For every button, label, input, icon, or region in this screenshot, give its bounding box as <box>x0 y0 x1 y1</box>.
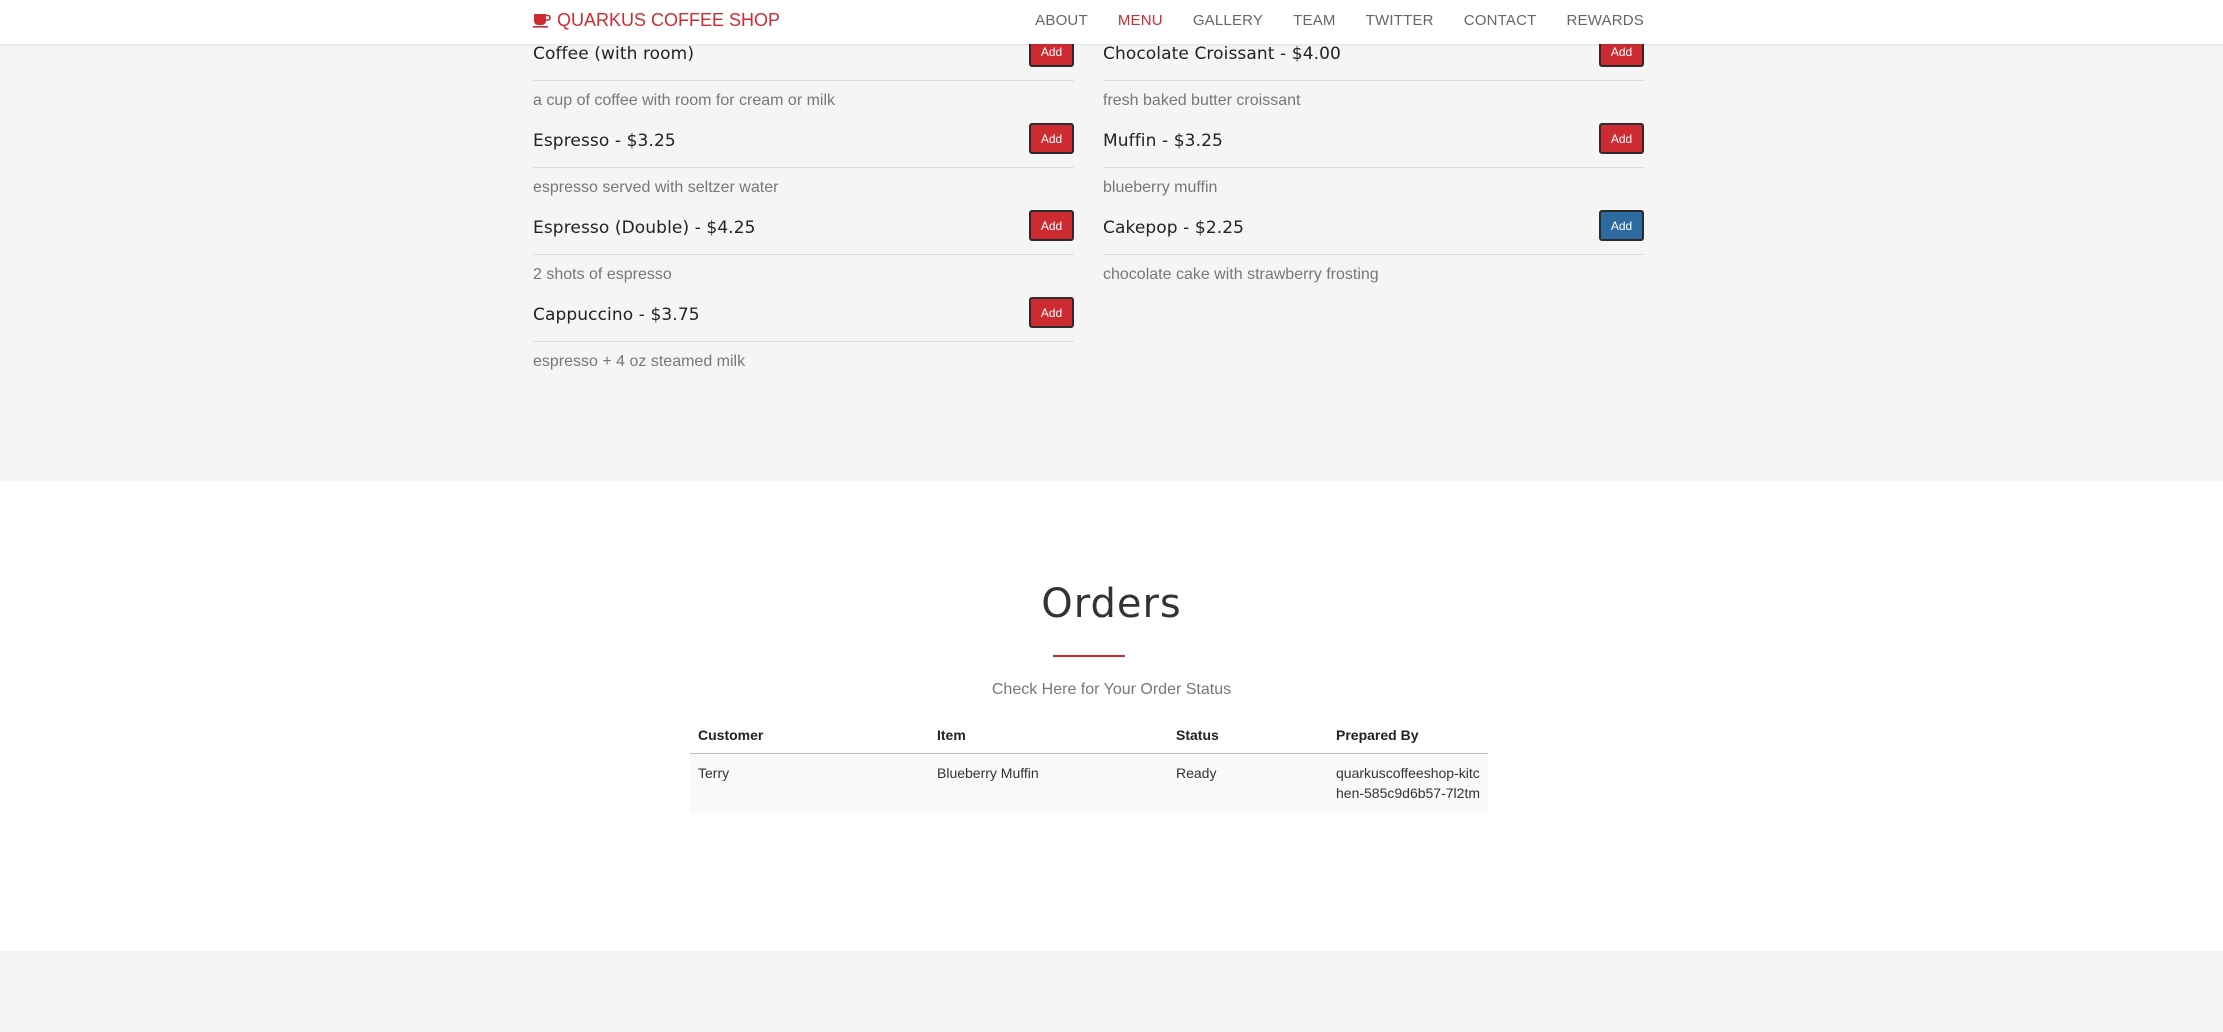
menu-item: Cappuccino - $3.75 Add espresso + 4 oz s… <box>533 297 1074 384</box>
add-espresso-double-button[interactable]: Add <box>1029 210 1074 241</box>
menu-item-title: Espresso - $3.25 <box>533 131 676 151</box>
menu-item: Coffee (with room) Add a cup of coffee w… <box>533 36 1074 123</box>
add-cappuccino-button[interactable]: Add <box>1029 297 1074 328</box>
menu-item: Cakepop - $2.25 Add chocolate cake with … <box>1103 210 1644 297</box>
menu-item-description: espresso + 4 oz steamed milk <box>533 353 746 370</box>
menu-item-description: a cup of coffee with room for cream or m… <box>533 92 836 109</box>
menu-item-description: fresh baked butter croissant <box>1103 92 1301 109</box>
menu-section: Coffee (with room) Add a cup of coffee w… <box>0 0 2223 481</box>
menu-column-drinks: Coffee (with room) Add a cup of coffee w… <box>533 36 1074 384</box>
column-header-item: Item <box>929 717 1168 754</box>
nav-twitter[interactable]: TWITTER <box>1366 12 1434 29</box>
footer-section <box>0 951 2223 1032</box>
menu-item-title: Chocolate Croissant - $4.00 <box>1103 44 1341 64</box>
add-cakepop-button[interactable]: Add <box>1599 210 1644 241</box>
nav-menu: ABOUT MENU GALLERY TEAM TWITTER CONTACT … <box>1005 8 1644 32</box>
nav-about[interactable]: ABOUT <box>1035 12 1088 29</box>
cell-status: Ready <box>1176 764 1217 781</box>
orders-table: Customer Item Status Prepared By Terry B… <box>690 717 1488 813</box>
menu-item-description: 2 shots of espresso <box>533 266 672 283</box>
cell-customer: Terry <box>698 764 730 781</box>
orders-section: Orders Check Here for Your Order Status … <box>0 481 2223 951</box>
table-header-row: Customer Item Status Prepared By <box>690 717 1488 754</box>
menu-item: Espresso - $3.25 Add espresso served wit… <box>533 123 1074 210</box>
menu-item-description: espresso served with seltzer water <box>533 179 779 196</box>
menu-item-title: Cakepop - $2.25 <box>1103 218 1245 238</box>
orders-title-divider <box>1053 655 1125 657</box>
top-navbar: QUARKUS COFFEE SHOP ABOUT MENU GALLERY T… <box>0 0 2223 44</box>
menu-item-title: Espresso (Double) - $4.25 <box>533 218 756 238</box>
menu-item: Chocolate Croissant - $4.00 Add fresh ba… <box>1103 36 1644 123</box>
menu-item: Espresso (Double) - $4.25 Add 2 shots of… <box>533 210 1074 297</box>
prepared-by-value: quarkuscoffeeshop-kitchen-585c9d6b57-7l2… <box>1336 764 1480 801</box>
menu-item-description: blueberry muffin <box>1103 179 1218 196</box>
menu-column-pastries: Chocolate Croissant - $4.00 Add fresh ba… <box>1103 36 1644 297</box>
nav-team[interactable]: TEAM <box>1293 12 1335 29</box>
add-muffin-button[interactable]: Add <box>1599 123 1644 154</box>
menu-item: Muffin - $3.25 Add blueberry muffin <box>1103 123 1644 210</box>
menu-item-title: Cappuccino - $3.75 <box>533 305 700 325</box>
column-header-customer: Customer <box>690 717 929 754</box>
column-header-prepared-by: Prepared By <box>1328 717 1488 754</box>
brand-link[interactable]: QUARKUS COFFEE SHOP <box>533 8 780 32</box>
brand-name: QUARKUS COFFEE SHOP <box>557 9 781 30</box>
nav-menu-link[interactable]: MENU <box>1118 12 1163 29</box>
nav-contact[interactable]: CONTACT <box>1464 12 1537 29</box>
orders-subtitle: Check Here for Your Order Status <box>991 681 1232 698</box>
nav-rewards[interactable]: REWARDS <box>1566 12 1644 29</box>
add-espresso-button[interactable]: Add <box>1029 123 1074 154</box>
cell-item: Blueberry Muffin <box>937 764 1039 781</box>
orders-title: Orders <box>1041 581 1182 627</box>
menu-item-title: Coffee (with room) <box>533 44 695 64</box>
coffee-cup-icon <box>533 14 551 28</box>
menu-item-title: Muffin - $3.25 <box>1103 131 1223 151</box>
menu-item-description: chocolate cake with strawberry frosting <box>1103 266 1379 283</box>
table-row: Terry Blueberry Muffin Ready quarkuscoff… <box>690 753 1488 813</box>
nav-gallery[interactable]: GALLERY <box>1193 12 1263 29</box>
column-header-status: Status <box>1168 717 1328 754</box>
cell-prepared-by: quarkuscoffeeshop-kitchen-585c9d6b57-7l2… <box>1328 753 1488 813</box>
